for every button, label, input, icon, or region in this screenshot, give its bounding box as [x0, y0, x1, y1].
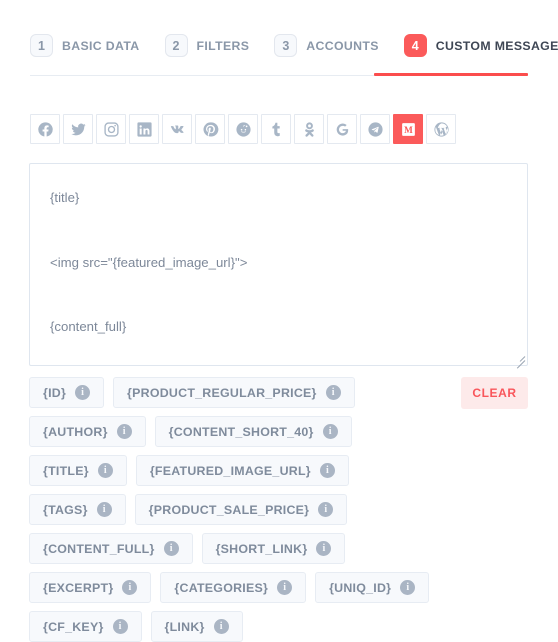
tab-number-badge: 4 [403, 34, 427, 57]
placeholder-chip-label: {FEATURED_IMAGE_URL} [149, 463, 311, 478]
linkedin-icon[interactable] [129, 114, 159, 144]
placeholder-chip-label: {ID} [43, 385, 67, 400]
placeholder-chip-label: {CF_KEY} [43, 619, 104, 634]
placeholder-chip[interactable]: {CATEGORIES} i [160, 572, 307, 603]
placeholder-chip-label: {CONTENT_FULL} [43, 541, 155, 556]
placeholder-chip-label: {PRODUCT_REGULAR_PRICE} [127, 385, 317, 400]
facebook-icon[interactable] [30, 114, 60, 144]
placeholder-chip-label: {PRODUCT_SALE_PRICE} [148, 502, 310, 517]
info-icon[interactable]: i [116, 424, 132, 439]
instagram-icon[interactable] [96, 114, 126, 144]
placeholder-chip[interactable]: {TAGS} i [29, 494, 126, 525]
wordpress-icon[interactable] [426, 114, 456, 144]
placeholder-chip-list: {ID} i {PRODUCT_REGULAR_PRICE} i {AUTHOR} i {C… [29, 377, 449, 642]
reddit-icon[interactable] [228, 114, 258, 144]
info-icon[interactable]: i [122, 580, 138, 595]
tab-number-badge: 3 [274, 34, 298, 57]
placeholder-chip[interactable]: {FEATURED_IMAGE_URL} i [135, 455, 349, 486]
custom-message-textarea[interactable] [29, 163, 528, 366]
tab-label: ACCOUNTS [306, 38, 379, 53]
odnoklassniki-icon[interactable] [294, 114, 324, 144]
info-icon[interactable]: i [75, 385, 91, 400]
info-icon[interactable]: i [400, 580, 416, 595]
placeholder-chip[interactable]: {PRODUCT_REGULAR_PRICE} i [113, 377, 355, 408]
placeholder-chip[interactable]: {CONTENT_SHORT_40} i [154, 416, 352, 447]
placeholder-chip[interactable]: {AUTHOR} i [29, 416, 146, 447]
tab-custom-messages[interactable]: 4 CUSTOM MESSAGES [403, 34, 558, 57]
placeholder-chip[interactable]: {LINK} i [150, 611, 243, 642]
info-icon[interactable]: i [97, 463, 113, 478]
tab-accounts[interactable]: 3 ACCOUNTS [274, 34, 391, 57]
placeholder-chip-label: {AUTHOR} [43, 424, 108, 439]
placeholder-chip[interactable]: {PRODUCT_SALE_PRICE} i [134, 494, 348, 525]
svg-text:M: M [404, 125, 413, 135]
placeholder-chip-label: {TAGS} [43, 502, 88, 517]
info-icon[interactable]: i [322, 424, 338, 439]
info-icon[interactable]: i [325, 385, 341, 400]
tab-label: FILTERS [196, 38, 250, 53]
placeholder-chip[interactable]: {EXCERPT} i [29, 572, 152, 603]
placeholder-chip-label: {UNIQ_ID} [329, 580, 392, 595]
telegram-icon[interactable] [360, 114, 390, 144]
pinterest-icon[interactable] [195, 114, 225, 144]
placeholder-chip-label: {LINK} [164, 619, 205, 634]
tab-label: CUSTOM MESSAGES [435, 38, 558, 53]
info-icon[interactable]: i [277, 580, 293, 595]
clear-button[interactable]: CLEAR [461, 377, 528, 409]
twitter-icon[interactable] [63, 114, 93, 144]
placeholder-chip[interactable]: {SHORT_LINK} i [201, 533, 346, 564]
info-icon[interactable]: i [316, 541, 332, 556]
info-icon[interactable]: i [319, 463, 335, 478]
placeholder-chip[interactable]: {CONTENT_FULL} i [29, 533, 193, 564]
placeholder-chip-label: {CONTENT_SHORT_40} [168, 424, 314, 439]
placeholder-chip-label: {EXCERPT} [43, 580, 114, 595]
placeholder-chip-label: {SHORT_LINK} [215, 541, 308, 556]
active-tab-indicator [374, 73, 528, 76]
placeholder-chip[interactable]: {UNIQ_ID} i [315, 572, 430, 603]
vk-icon[interactable] [162, 114, 192, 144]
placeholder-chip[interactable]: {CF_KEY} i [29, 611, 142, 642]
info-icon[interactable]: i [318, 502, 334, 517]
placeholder-chip-label: {CATEGORIES} [174, 580, 269, 595]
tab-basic-data[interactable]: 1 BASIC DATA [30, 34, 153, 57]
tab-number-badge: 2 [164, 34, 188, 57]
wizard-tab-bar: 1 BASIC DATA 2 FILTERS 3 ACCOUNTS 4 CUSTOM MESS… [0, 0, 558, 80]
info-icon[interactable]: i [213, 619, 229, 634]
info-icon[interactable]: i [163, 541, 179, 556]
google-icon[interactable] [327, 114, 357, 144]
info-icon[interactable]: i [112, 619, 128, 634]
tab-list: 1 BASIC DATA 2 FILTERS 3 ACCOUNTS 4 CUSTOM MESS… [30, 34, 558, 57]
tumblr-icon[interactable] [261, 114, 291, 144]
info-icon[interactable]: i [96, 502, 112, 517]
tab-filters[interactable]: 2 FILTERS [164, 34, 263, 57]
social-network-selector: M [30, 114, 456, 144]
placeholder-chip[interactable]: {ID} i [29, 377, 105, 408]
placeholder-chip[interactable]: {TITLE} i [29, 455, 127, 486]
tab-label: BASIC DATA [62, 38, 140, 53]
medium-icon[interactable]: M [393, 114, 423, 144]
tab-number-badge: 1 [30, 34, 53, 57]
placeholder-chip-label: {TITLE} [43, 463, 89, 478]
